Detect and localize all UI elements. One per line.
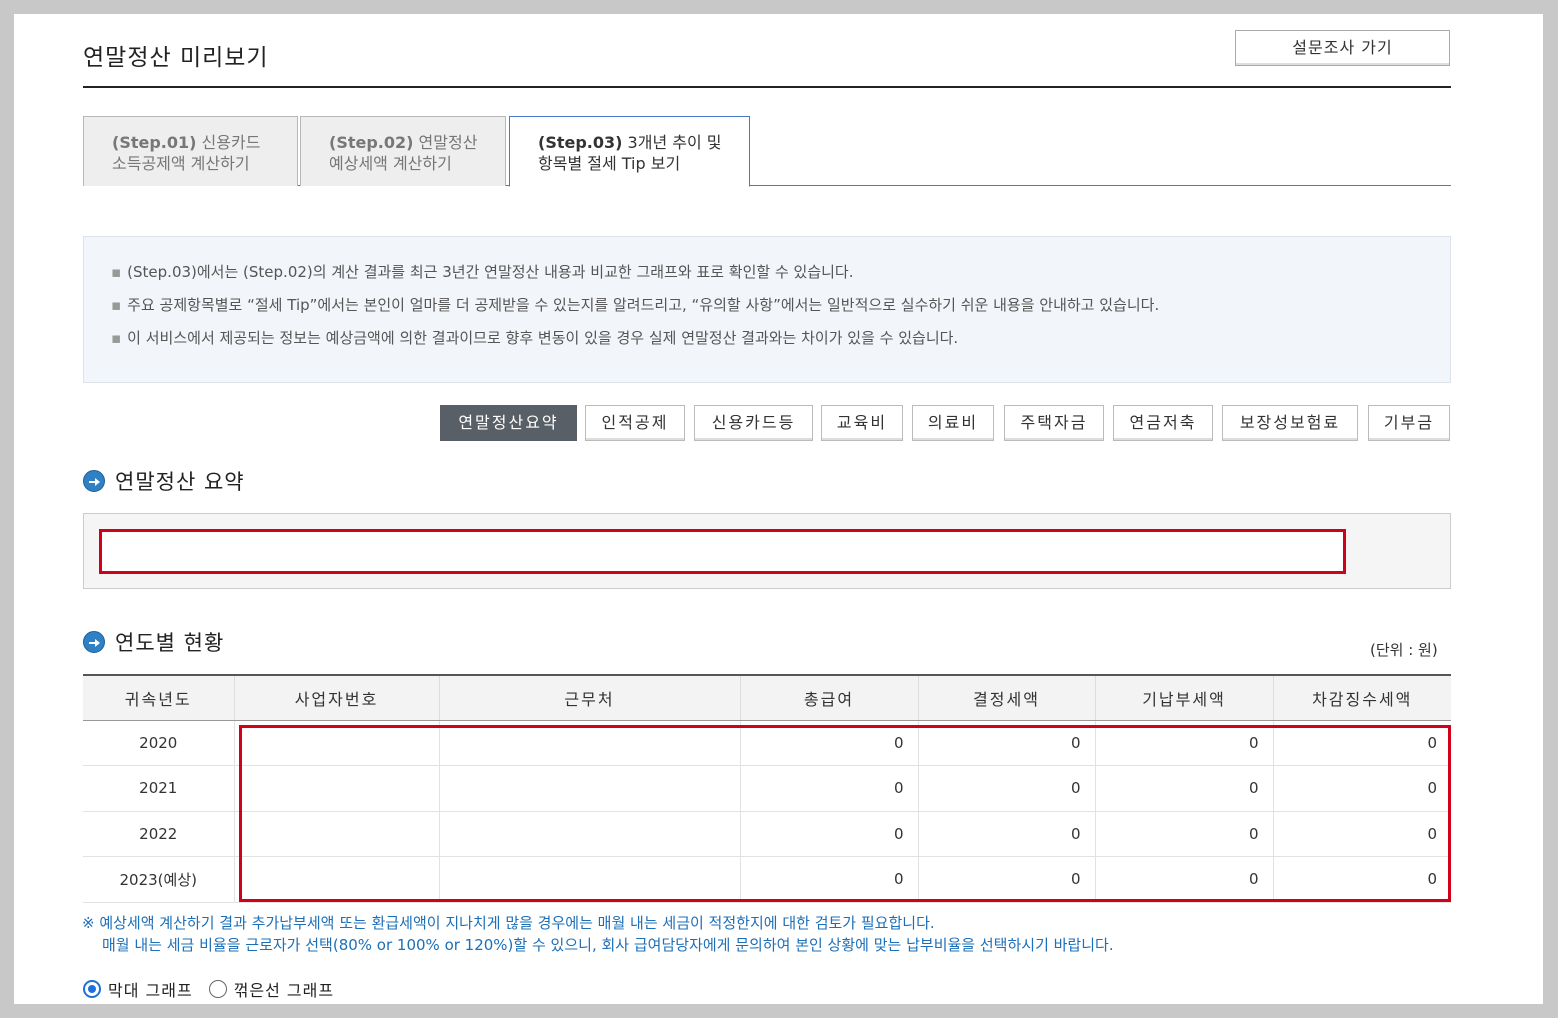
page-title: 연말정산 미리보기 bbox=[83, 45, 269, 71]
cell-decided-tax: 0 bbox=[917, 765, 1095, 812]
col-header-salary: 총급여 bbox=[739, 674, 918, 721]
cell-year: 2023(예상) bbox=[83, 856, 234, 903]
col-header-diff-tax: 차감징수세액 bbox=[1272, 674, 1451, 721]
cell-company bbox=[438, 765, 740, 812]
category-button-donation[interactable]: 기부금 bbox=[1368, 405, 1450, 441]
tab-step-label: (Step.01) bbox=[112, 133, 197, 152]
col-header-decided-tax: 결정세액 bbox=[917, 674, 1095, 721]
category-button-housing[interactable]: 주택자금 bbox=[1004, 405, 1104, 441]
table-row: 2021 0 0 0 0 bbox=[83, 765, 1451, 812]
tab-step-03[interactable]: (Step.03) 3개년 추이 및 항목별 절세 Tip 보기 bbox=[509, 116, 750, 187]
cell-decided-tax: 0 bbox=[917, 856, 1095, 903]
tab-title-line2: 예상세액 계산하기 bbox=[329, 154, 452, 173]
cell-prepaid-tax: 0 bbox=[1094, 765, 1273, 812]
category-button-summary[interactable]: 연말정산요약 bbox=[440, 405, 577, 441]
cell-year: 2022 bbox=[83, 811, 234, 857]
cell-salary: 0 bbox=[739, 765, 918, 812]
table-row: 2020 0 0 0 0 bbox=[83, 720, 1451, 766]
category-buttons: 연말정산요약 인적공제 신용카드등 교육비 의료비 주택자금 연금저축 보장성보… bbox=[14, 405, 1543, 441]
cell-prepaid-tax: 0 bbox=[1094, 811, 1273, 857]
arrow-right-icon bbox=[83, 631, 105, 653]
table-row: 2022 0 0 0 0 bbox=[83, 811, 1451, 857]
yearly-section-header: 연도별 현황 bbox=[83, 627, 224, 657]
col-header-company: 근무처 bbox=[438, 674, 740, 721]
tab-title-line1: 3개년 추이 및 bbox=[627, 133, 722, 152]
info-item: ▪ 이 서비스에서 제공되는 정보는 예상금액에 의한 결과이므로 향후 변동이 … bbox=[111, 329, 959, 347]
info-item: ▪ 주요 공제항목별로 “절세 Tip”에서는 본인이 얼마를 더 공제받을 수 … bbox=[111, 296, 1160, 314]
cell-company bbox=[438, 720, 740, 766]
notice-line2: 매월 내는 세금 비율을 근로자가 선택(80% or 100% or 120%… bbox=[102, 936, 1114, 954]
line-graph-label[interactable]: 꺾은선 그래프 bbox=[234, 977, 334, 1001]
cell-decided-tax: 0 bbox=[917, 720, 1095, 766]
tab-step-label: (Step.03) bbox=[538, 133, 623, 152]
cell-year: 2020 bbox=[83, 720, 234, 766]
notice-line1: ※ 예상세액 계산하기 결과 추가납부세액 또는 환급세액이 지나치게 많을 경… bbox=[82, 914, 935, 932]
category-button-personal[interactable]: 인적공제 bbox=[585, 405, 685, 441]
bar-graph-radio[interactable] bbox=[83, 980, 101, 998]
cell-salary: 0 bbox=[739, 720, 918, 766]
bar-graph-label[interactable]: 막대 그래프 bbox=[108, 977, 193, 1001]
summary-section-header: 연말정산 요약 bbox=[83, 466, 245, 496]
table-row: 2023(예상) 0 0 0 0 bbox=[83, 856, 1451, 903]
cell-prepaid-tax: 0 bbox=[1094, 856, 1273, 903]
cell-bizno bbox=[233, 811, 439, 857]
section-title: 연말정산 요약 bbox=[115, 470, 245, 494]
step-tabs: (Step.01) 신용카드 소득공제액 계산하기 (Step.02) 연말정산… bbox=[83, 116, 1451, 187]
unit-label: (단위 : 원) bbox=[1370, 641, 1438, 659]
tab-title-line2: 소득공제액 계산하기 bbox=[112, 154, 250, 173]
bullet-icon: ▪ bbox=[111, 329, 122, 347]
cell-prepaid-tax: 0 bbox=[1094, 720, 1273, 766]
cell-bizno bbox=[233, 765, 439, 812]
summary-box bbox=[83, 513, 1451, 589]
graph-type-options: 막대 그래프 꺾은선 그래프 bbox=[83, 977, 350, 1001]
line-graph-radio[interactable] bbox=[208, 980, 227, 998]
cell-bizno bbox=[233, 856, 439, 903]
section-title: 연도별 현황 bbox=[115, 631, 225, 655]
cell-diff-tax: 0 bbox=[1272, 765, 1451, 812]
cell-diff-tax: 0 bbox=[1272, 856, 1451, 903]
table-header-row: 귀속년도 사업자번호 근무처 총급여 결정세액 기납부세액 차감징수세액 bbox=[83, 674, 1451, 721]
cell-bizno bbox=[233, 720, 439, 766]
cell-salary: 0 bbox=[739, 811, 918, 857]
notice-text: ※ 예상세액 계산하기 결과 추가납부세액 또는 환급세액이 지나치게 많을 경… bbox=[82, 912, 1114, 956]
yearly-table: 귀속년도 사업자번호 근무처 총급여 결정세액 기납부세액 차감징수세액 202… bbox=[83, 674, 1451, 903]
cell-company bbox=[438, 811, 740, 857]
summary-content bbox=[99, 529, 1346, 574]
tab-title-line1: 연말정산 bbox=[418, 133, 478, 152]
cell-diff-tax: 0 bbox=[1272, 720, 1451, 766]
category-button-credit-card[interactable]: 신용카드등 bbox=[694, 405, 813, 441]
arrow-right-icon bbox=[83, 470, 105, 492]
cell-company bbox=[438, 856, 740, 903]
category-button-education[interactable]: 교육비 bbox=[821, 405, 903, 441]
bullet-icon: ▪ bbox=[111, 296, 122, 314]
tab-title-line2: 항목별 절세 Tip 보기 bbox=[538, 154, 681, 173]
category-button-medical[interactable]: 의료비 bbox=[912, 405, 994, 441]
title-divider bbox=[83, 86, 1451, 88]
col-header-prepaid-tax: 기납부세액 bbox=[1094, 674, 1273, 721]
col-header-bizno: 사업자번호 bbox=[233, 674, 439, 721]
tab-step-label: (Step.02) bbox=[329, 133, 414, 152]
cell-decided-tax: 0 bbox=[917, 811, 1095, 857]
cell-diff-tax: 0 bbox=[1272, 811, 1451, 857]
tab-title-line1: 신용카드 bbox=[201, 133, 261, 152]
cell-salary: 0 bbox=[739, 856, 918, 903]
page: 연말정산 미리보기 설문조사 가기 (Step.01) 신용카드 소득공제액 계… bbox=[14, 14, 1543, 1004]
tab-step-01[interactable]: (Step.01) 신용카드 소득공제액 계산하기 bbox=[83, 116, 298, 186]
cell-year: 2021 bbox=[83, 765, 234, 812]
survey-button[interactable]: 설문조사 가기 bbox=[1235, 30, 1450, 66]
bullet-icon: ▪ bbox=[111, 263, 122, 281]
tab-step-02[interactable]: (Step.02) 연말정산 예상세액 계산하기 bbox=[300, 116, 506, 186]
info-item: ▪ (Step.03)에서는 (Step.02)의 계산 결과를 최근 3년간 연… bbox=[111, 263, 854, 281]
category-button-insurance[interactable]: 보장성보험료 bbox=[1222, 405, 1358, 441]
category-button-pension[interactable]: 연금저축 bbox=[1113, 405, 1213, 441]
col-header-year: 귀속년도 bbox=[83, 674, 234, 721]
info-box: ▪ (Step.03)에서는 (Step.02)의 계산 결과를 최근 3년간 연… bbox=[83, 236, 1451, 383]
